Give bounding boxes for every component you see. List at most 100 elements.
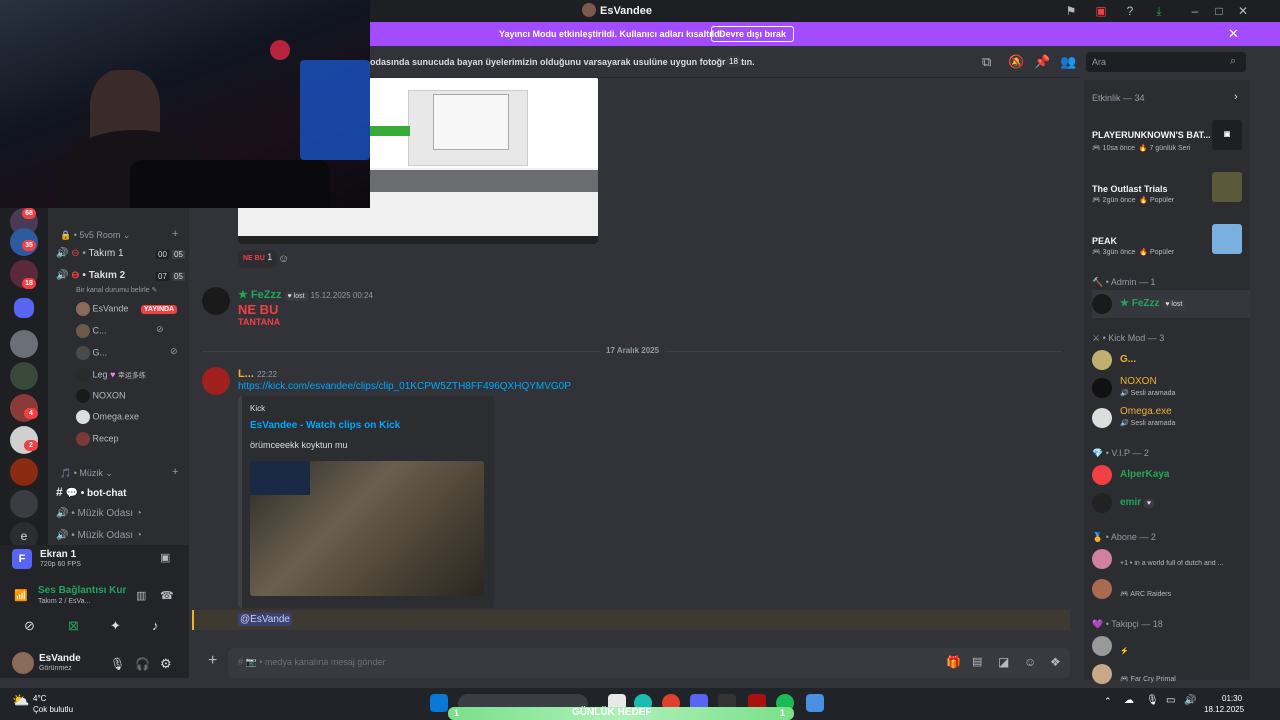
headphones-icon[interactable]: 🎧 <box>135 657 150 671</box>
category-5v5-room[interactable]: 🔒 • 5v5 Room ⌄ <box>60 230 130 241</box>
taskbar-app-icon[interactable] <box>806 694 824 712</box>
voice-member[interactable]: C... ⊘ <box>76 324 164 342</box>
disable-streamer-mode-button[interactable]: Devre dışı bırak <box>711 26 795 42</box>
member-row[interactable]: 🎮 Far Cry Primal <box>1092 660 1250 688</box>
minimize-icon[interactable]: – <box>1188 4 1202 18</box>
activities-icon[interactable]: ✦ <box>110 618 121 634</box>
message-author[interactable]: L... <box>238 368 254 380</box>
voice-member[interactable]: EsVande YAYINDA <box>76 302 178 320</box>
voice-status[interactable]: Ses Bağlantısı Kurul <box>38 585 126 596</box>
member-row[interactable]: +1 • in a world full of dutch and ... <box>1092 545 1250 573</box>
message-avatar[interactable] <box>202 367 230 395</box>
channel-name: Takım 1 <box>88 248 124 259</box>
daily-goal-widget[interactable]: 1 GÜNLÜK HEDEF 1 <box>448 707 794 720</box>
avatar <box>1092 664 1112 684</box>
server-icon[interactable] <box>10 330 38 358</box>
clock-date[interactable]: 18.12.2025 <box>1204 705 1244 714</box>
user-avatar[interactable] <box>12 652 34 674</box>
help-icon[interactable]: ? <box>1123 4 1137 18</box>
user-mention[interactable]: @EsVande <box>238 613 292 626</box>
text-channel-bot-chat[interactable]: # 💬 • bot-chat <box>56 485 126 503</box>
attach-plus-icon[interactable]: + <box>208 652 217 670</box>
embed-video-thumbnail[interactable] <box>250 461 484 596</box>
message-avatar[interactable] <box>202 287 230 315</box>
member-row[interactable]: 🎮 ARC Raiders <box>1092 575 1250 603</box>
clock-time[interactable]: 01:30 <box>1222 694 1242 703</box>
tray-volume-icon[interactable]: 🔊 <box>1184 695 1196 706</box>
noise-suppression-icon[interactable]: ▥ <box>136 589 146 602</box>
close-banner-icon[interactable]: ✕ <box>1228 26 1239 42</box>
flag-icon[interactable]: ⚑ <box>1064 4 1078 18</box>
member-row[interactable]: AlperKaya <box>1092 461 1250 489</box>
voice-channel-muzik-odasi[interactable]: 🔊 • Müzik Odası ◔ <box>56 508 142 526</box>
soundboard-icon[interactable]: ♪ <box>152 618 159 633</box>
avatar <box>76 346 90 360</box>
voice-member[interactable]: Recep <box>76 432 119 450</box>
tray-cloud-icon[interactable]: ☁ <box>1124 695 1134 706</box>
user-tag: ♥ lost <box>284 292 308 301</box>
message-link[interactable]: https://kick.com/esvandee/clips/clip_01K… <box>238 381 571 392</box>
mention-highlight <box>192 610 1070 630</box>
threads-icon[interactable]: ⧉ <box>982 54 991 70</box>
search-box[interactable]: Ara ⌕ <box>1086 52 1246 72</box>
tray-mic-icon[interactable]: 🎙 <box>1146 695 1159 706</box>
mute-bell-icon[interactable]: 🔕 <box>1008 54 1024 70</box>
download-icon[interactable]: ⤓ <box>1152 4 1166 18</box>
activity-card[interactable]: PEAK 🎮 3gün önce 🔥 Popüler <box>1084 218 1250 260</box>
activity-card[interactable]: PLAYERUNKNOWN'S BAT... 🎮 10sa önce 🔥 7 g… <box>1084 114 1250 156</box>
member-row[interactable]: ★ FeZzz ♥ lost <box>1092 290 1250 318</box>
message-author[interactable]: ★ FeZzz <box>238 289 281 301</box>
member-row[interactable]: NOXON 🔊 Sesli aramada <box>1092 374 1250 402</box>
folder-icon[interactable] <box>14 298 34 318</box>
search-icon: ⌕ <box>1230 55 1237 67</box>
member-row[interactable]: emir ♥ <box>1092 489 1250 517</box>
add-reaction-icon[interactable]: ☺ <box>278 253 289 265</box>
voice-channel-label[interactable]: Takım 2 / EsVa... <box>38 598 90 605</box>
apps-icon[interactable]: ❖ <box>1050 655 1061 669</box>
avatar <box>1092 350 1112 370</box>
notification-badge: 18 <box>22 278 36 289</box>
microphone-icon[interactable]: 🎙 <box>110 657 125 671</box>
camera-off-icon[interactable]: ⊘ <box>24 618 35 634</box>
stream-settings-icon[interactable]: ▣ <box>160 551 170 564</box>
server-icon[interactable] <box>10 362 38 390</box>
voice-member[interactable]: NOXON <box>76 389 126 407</box>
embed-title[interactable]: EsVandee - Watch clips on Kick <box>250 420 400 431</box>
emoji-icon[interactable]: ☺ <box>1024 655 1036 669</box>
gift-icon[interactable]: 🎁 <box>946 655 961 669</box>
add-channel-icon[interactable]: + <box>172 228 178 240</box>
start-icon[interactable] <box>430 694 448 712</box>
member-row[interactable]: ⚡ <box>1092 632 1250 660</box>
server-icon[interactable] <box>10 490 38 518</box>
gif-icon[interactable]: ▤ <box>972 655 982 668</box>
sticker-icon[interactable]: ◪ <box>998 655 1009 669</box>
member-row[interactable]: G... <box>1092 346 1250 374</box>
member-row[interactable]: Omega.exe 🔊 Sesli aramada <box>1092 404 1250 432</box>
disconnect-icon[interactable]: ☎ <box>160 589 174 602</box>
voice-channel-takim1[interactable]: 🔊 ⊖ • Takım 1 00 05 <box>56 248 186 266</box>
voice-member[interactable]: Leg ♥ 幸运多练 <box>76 368 146 386</box>
tray-network-icon[interactable]: ▭ <box>1166 695 1175 706</box>
role-header: 🏅 • Abone — 2 <box>1092 532 1156 542</box>
category-muzik[interactable]: 🎵 • Müzik ⌄ <box>60 468 113 479</box>
channel-status[interactable]: Bir kanal durumu belirle ✎ <box>76 286 157 294</box>
maximize-icon[interactable]: □ <box>1212 4 1226 18</box>
tray-chevron-icon[interactable]: ⌃ <box>1104 696 1112 707</box>
add-channel-icon[interactable]: + <box>172 466 178 478</box>
pin-icon[interactable]: 📌 <box>1034 54 1050 70</box>
screen-icon[interactable]: ▣ <box>1094 4 1108 18</box>
server-avatar <box>582 3 596 17</box>
close-window-icon[interactable]: ✕ <box>1236 4 1250 18</box>
chevron-right-icon[interactable]: › <box>1234 91 1238 103</box>
server-icon[interactable] <box>10 458 38 486</box>
members-icon[interactable]: 👥 <box>1060 54 1076 70</box>
banner-text: Yayıncı Modu etkinleştirildi. Kullanıcı … <box>499 29 725 39</box>
voice-member[interactable]: Omega.exe <box>76 410 139 428</box>
voice-member[interactable]: G... ⊘ <box>76 346 178 364</box>
activity-card[interactable]: The Outlast Trials 🎮 2gün önce 🔥 Popüler <box>1084 166 1250 208</box>
settings-gear-icon[interactable]: ⚙ <box>160 656 172 672</box>
message-composer[interactable]: + # 📷 • medya kanalına mesaj gönder 🎁 ▤ … <box>208 648 1070 678</box>
channel-topic: odasında sunucuda bayan üyelerimizin old… <box>370 57 755 67</box>
reaction[interactable]: NE BU 1 <box>238 250 278 268</box>
share-screen-icon[interactable]: ⊠ <box>68 618 79 634</box>
